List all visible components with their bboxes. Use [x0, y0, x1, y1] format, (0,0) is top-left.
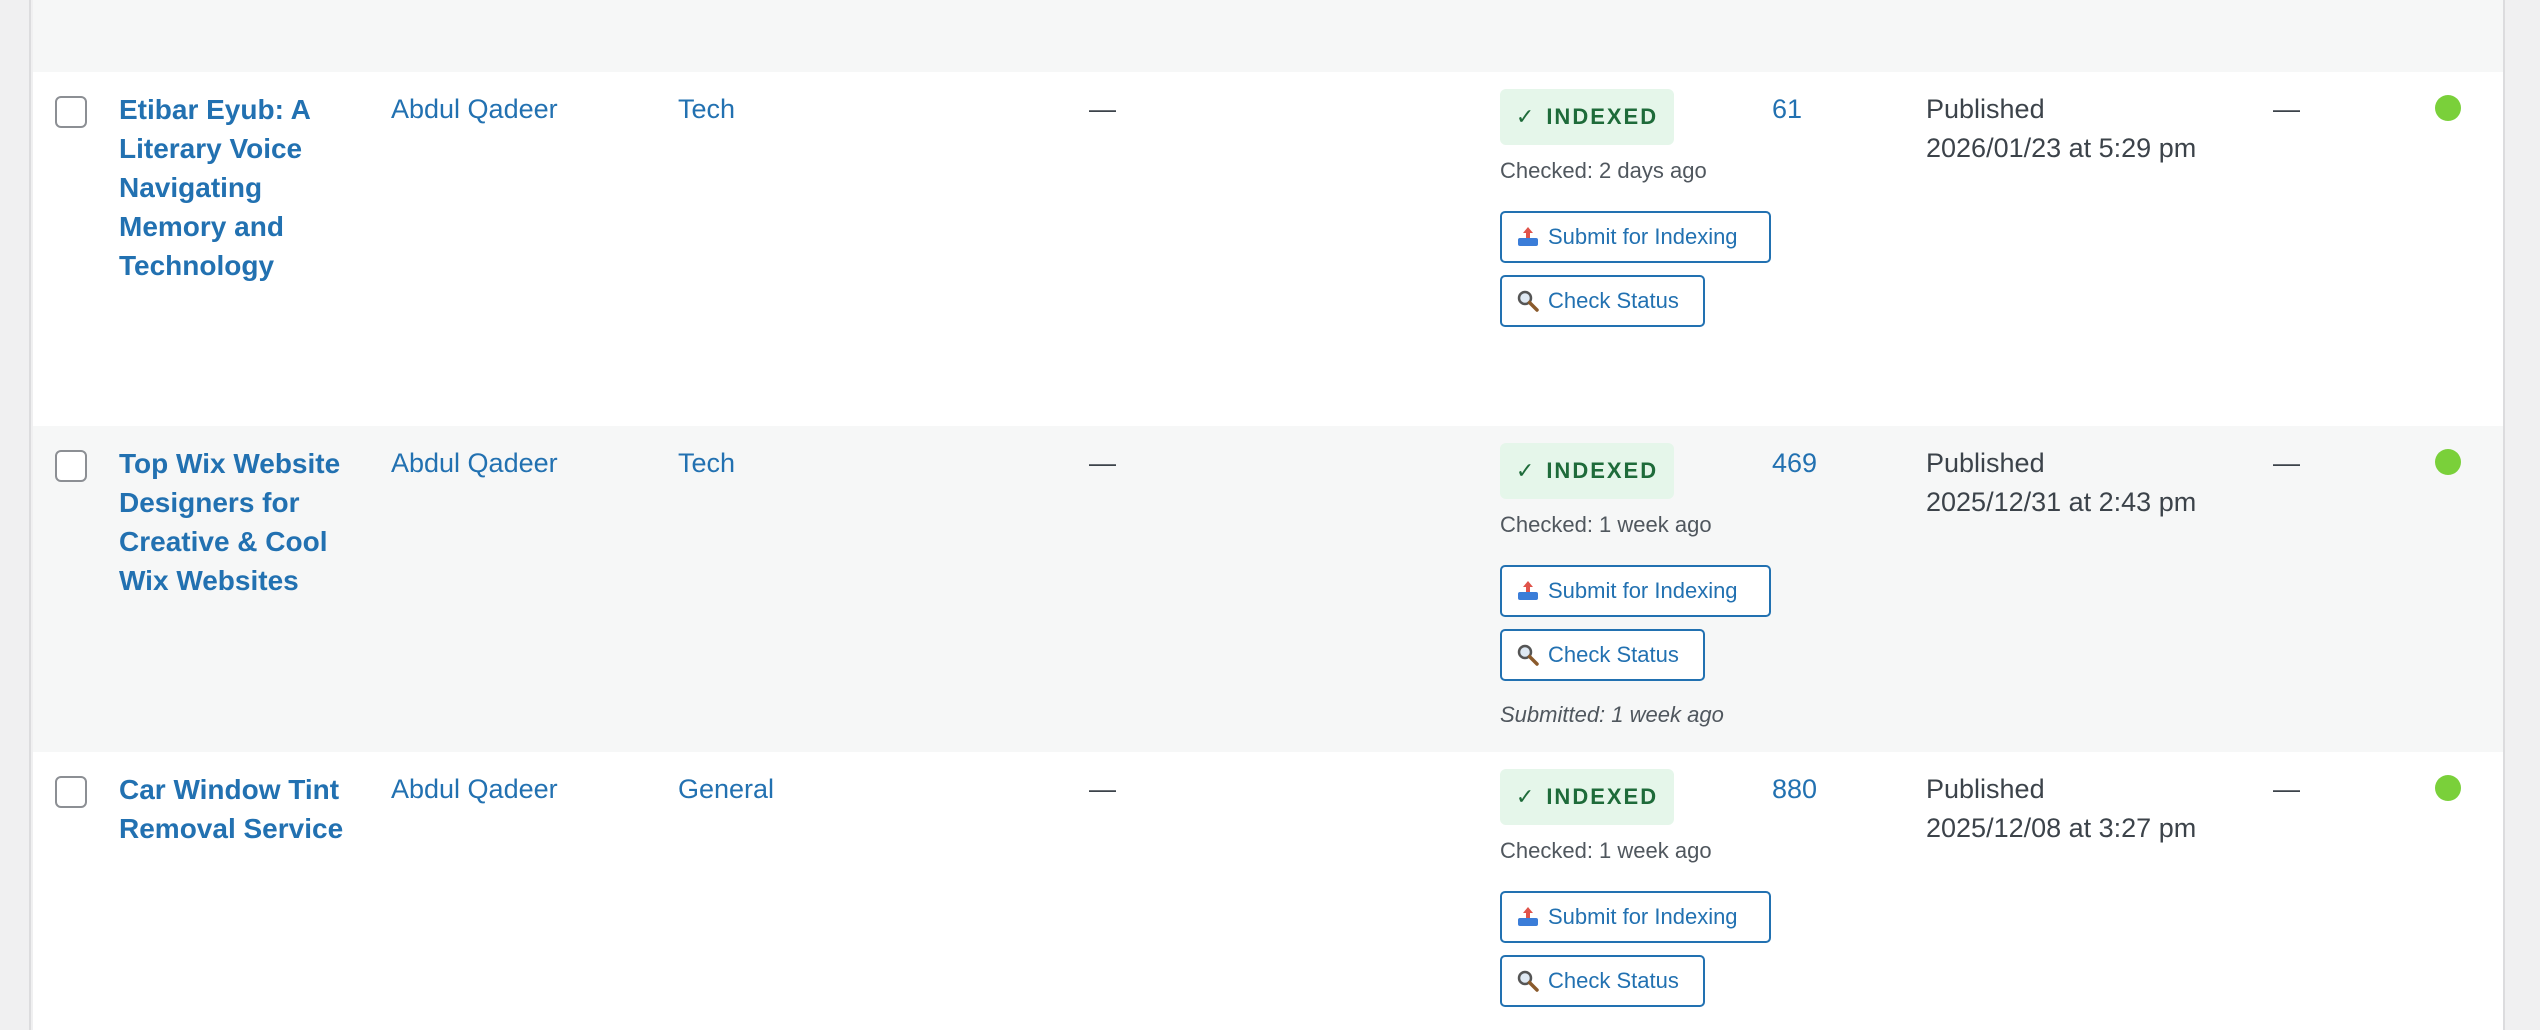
tags-empty: — — [1089, 774, 1116, 804]
check-label: Check Status — [1548, 288, 1679, 313]
upload-tray-icon — [1516, 905, 1540, 929]
author-link[interactable]: Abdul Qadeer — [391, 90, 558, 129]
indexed-badge: ✓ INDEXED — [1500, 89, 1674, 145]
status-dot — [2435, 775, 2461, 801]
date-value: 2026/01/23 at 5:29 pm — [1926, 133, 2197, 163]
submit-for-indexing-button[interactable]: Submit for Indexing — [1500, 565, 1771, 617]
status-dot — [2435, 95, 2461, 121]
indexed-label: INDEXED — [1546, 458, 1659, 483]
check-status-button[interactable]: Check Status — [1500, 275, 1705, 327]
submit-label: Submit for Indexing — [1548, 224, 1738, 249]
check-status-button[interactable]: Check Status — [1500, 955, 1705, 1007]
table-row: Top Wix Website Designers for Creative &… — [33, 426, 2503, 752]
count-link[interactable]: 61 — [1772, 90, 1802, 129]
previous-row-remnant — [33, 0, 2503, 72]
submit-for-indexing-button[interactable]: Submit for Indexing — [1500, 211, 1771, 263]
magnifier-icon — [1516, 969, 1540, 993]
table-row: Car Window Tint Removal Service Abdul Qa… — [33, 752, 2503, 1030]
category-link[interactable]: General — [678, 770, 774, 809]
submitted-time: Submitted: 1 week ago — [1500, 702, 1724, 727]
date-value: 2025/12/08 at 3:27 pm — [1926, 813, 2197, 843]
indexed-badge: ✓ INDEXED — [1500, 769, 1674, 825]
magnifier-icon — [1516, 643, 1540, 667]
indexed-label: INDEXED — [1546, 104, 1659, 129]
checked-time: Checked: 2 days ago — [1500, 158, 1707, 183]
date-value: 2025/12/31 at 2:43 pm — [1926, 487, 2197, 517]
count-link[interactable]: 880 — [1772, 770, 1817, 809]
author-link[interactable]: Abdul Qadeer — [391, 770, 558, 809]
post-title-link[interactable]: Car Window Tint Removal Service — [119, 770, 369, 848]
check-status-button[interactable]: Check Status — [1500, 629, 1705, 681]
checkmark-icon: ✓ — [1515, 784, 1537, 809]
check-label: Check Status — [1548, 642, 1679, 667]
extra-empty: — — [2273, 774, 2300, 804]
checkmark-icon: ✓ — [1515, 458, 1537, 483]
tags-empty: — — [1089, 94, 1116, 124]
submit-label: Submit for Indexing — [1548, 904, 1738, 929]
right-gutter — [2503, 0, 2540, 1030]
category-link[interactable]: Tech — [678, 90, 735, 129]
check-label: Check Status — [1548, 968, 1679, 993]
checked-time: Checked: 1 week ago — [1500, 512, 1712, 537]
extra-empty: — — [2273, 448, 2300, 478]
count-link[interactable]: 469 — [1772, 444, 1817, 483]
category-link[interactable]: Tech — [678, 444, 735, 483]
extra-empty: — — [2273, 94, 2300, 124]
checkmark-icon: ✓ — [1515, 104, 1537, 129]
left-gutter — [0, 0, 31, 1030]
date-status: Published — [1926, 774, 2045, 804]
submit-label: Submit for Indexing — [1548, 578, 1738, 603]
row-checkbox[interactable] — [55, 450, 87, 482]
magnifier-icon — [1516, 289, 1540, 313]
author-link[interactable]: Abdul Qadeer — [391, 444, 558, 483]
row-checkbox[interactable] — [55, 776, 87, 808]
date-status: Published — [1926, 94, 2045, 124]
row-checkbox[interactable] — [55, 96, 87, 128]
post-title-link[interactable]: Etibar Eyub: A Literary Voice Navigating… — [119, 90, 369, 285]
indexed-badge: ✓ INDEXED — [1500, 443, 1674, 499]
tags-empty: — — [1089, 448, 1116, 478]
upload-tray-icon — [1516, 225, 1540, 249]
status-dot — [2435, 449, 2461, 475]
post-title-link[interactable]: Top Wix Website Designers for Creative &… — [119, 444, 369, 600]
posts-table: Etibar Eyub: A Literary Voice Navigating… — [33, 0, 2503, 1030]
upload-tray-icon — [1516, 579, 1540, 603]
date-status: Published — [1926, 448, 2045, 478]
checked-time: Checked: 1 week ago — [1500, 838, 1712, 863]
submit-for-indexing-button[interactable]: Submit for Indexing — [1500, 891, 1771, 943]
indexed-label: INDEXED — [1546, 784, 1659, 809]
table-row: Etibar Eyub: A Literary Voice Navigating… — [33, 72, 2503, 426]
